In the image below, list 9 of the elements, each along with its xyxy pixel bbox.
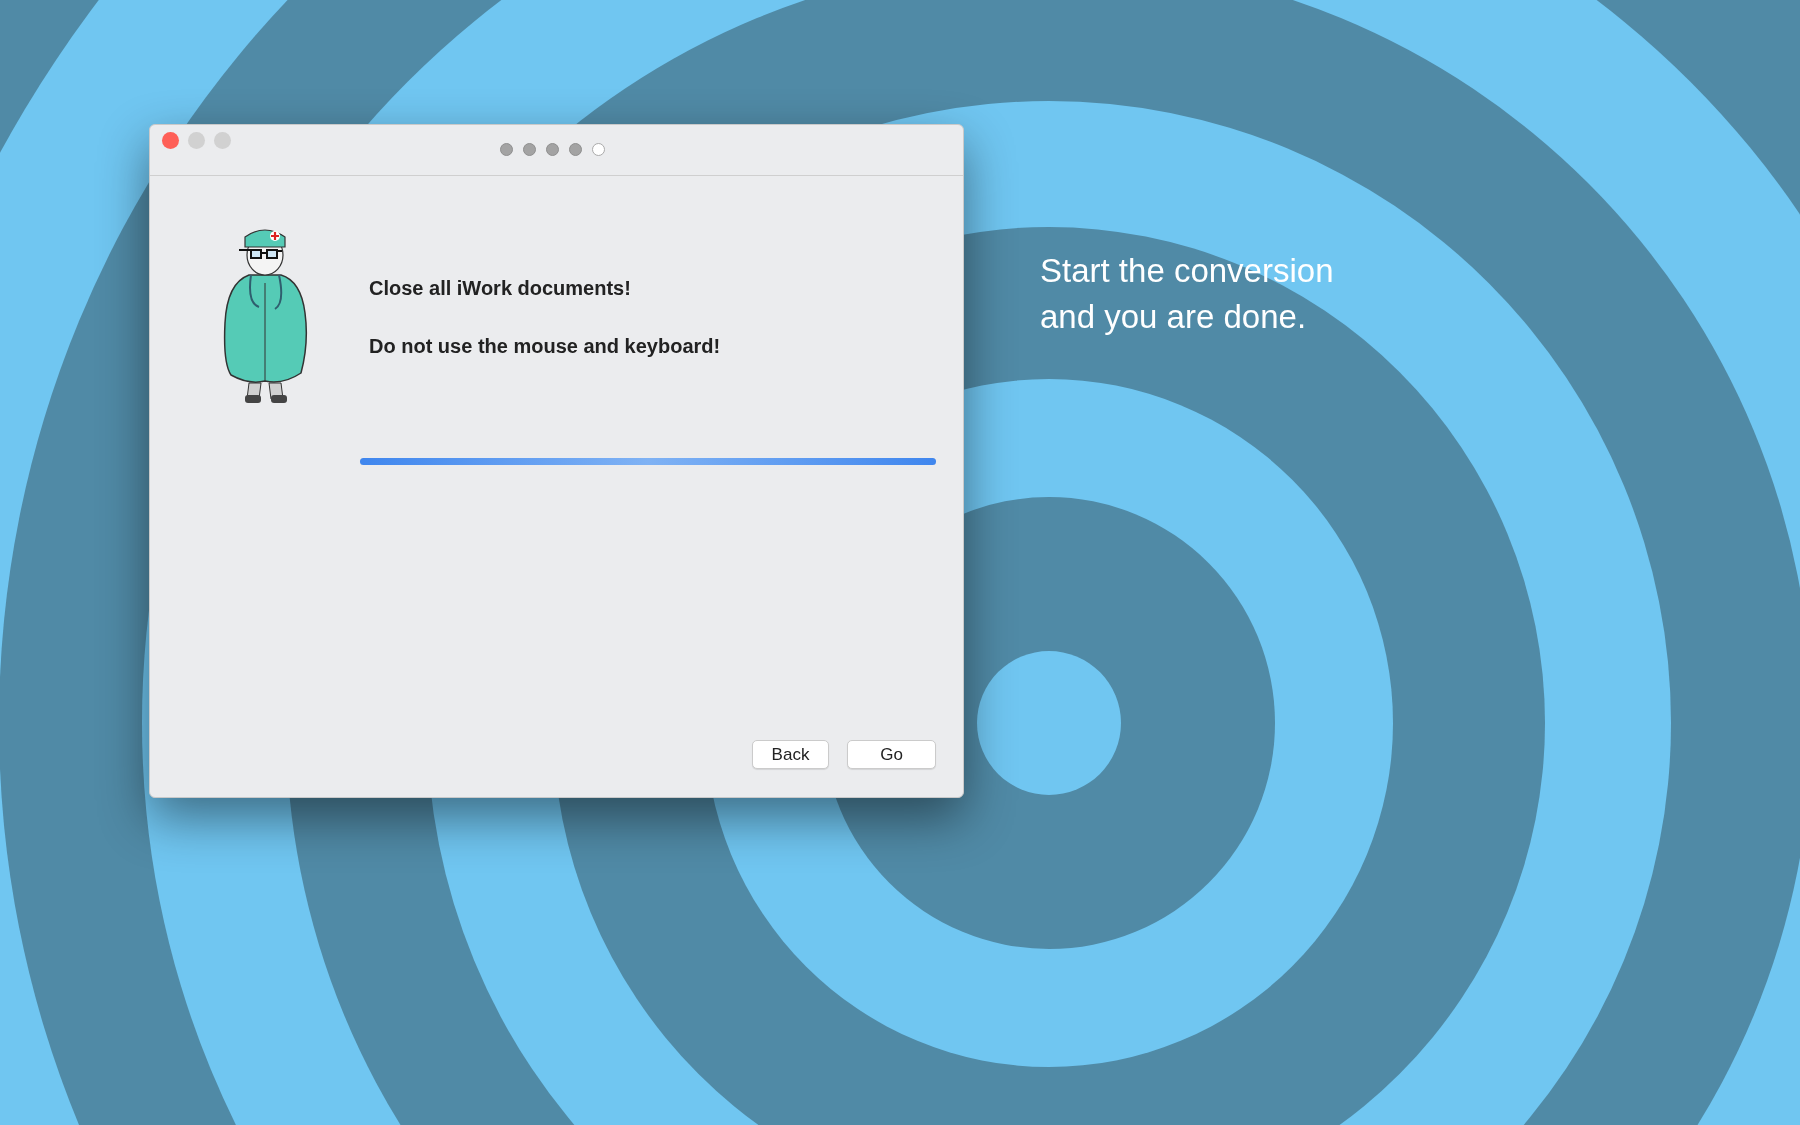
- close-button[interactable]: [162, 132, 179, 149]
- instruction-text: Close all iWork documents!: [369, 276, 632, 301]
- zoom-button[interactable]: [214, 132, 231, 149]
- go-button[interactable]: Go: [847, 740, 936, 769]
- back-button[interactable]: Back: [752, 740, 829, 769]
- caption-text: and you are done.: [1040, 297, 1308, 337]
- caption-text: Start the conversion: [1040, 251, 1334, 291]
- minimize-button[interactable]: [188, 132, 205, 149]
- instruction-text: Do not use the mouse and keyboard!: [369, 334, 721, 359]
